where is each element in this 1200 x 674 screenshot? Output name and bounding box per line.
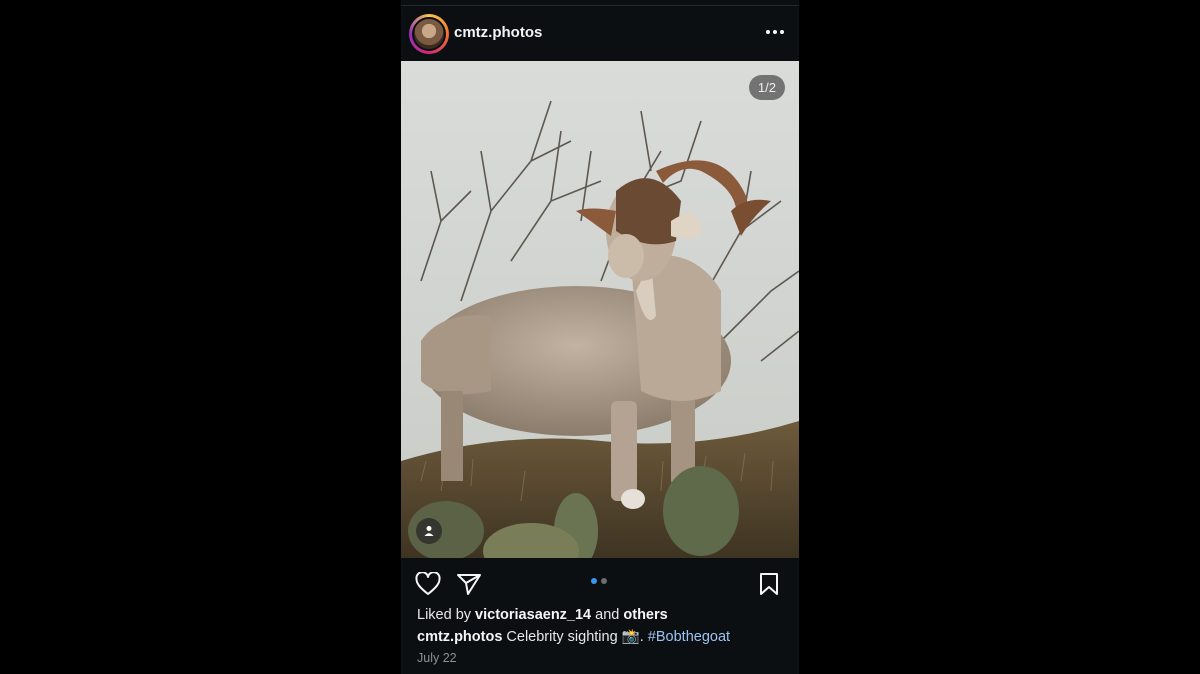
likes-summary: Liked by victoriasaenz_14 and others xyxy=(417,607,668,623)
carousel-dot-active xyxy=(591,578,597,584)
divider xyxy=(401,5,799,6)
avatar[interactable] xyxy=(409,14,449,54)
likes-prefix: Liked by xyxy=(417,607,472,623)
likes-joiner: and xyxy=(595,607,620,623)
media-counter: 1/2 xyxy=(748,75,785,100)
heart-icon[interactable] xyxy=(414,570,442,598)
liker-username[interactable]: victoriasaenz_14 xyxy=(475,607,591,623)
post-card: cmtz.photos 1/2 Liked by victoriasaenz_1… xyxy=(401,0,799,674)
more-horizontal-icon[interactable] xyxy=(763,20,787,44)
caption-hashtag[interactable]: #Bobthegoat xyxy=(648,629,730,645)
post-header: cmtz.photos xyxy=(401,12,799,56)
post-username[interactable]: cmtz.photos xyxy=(454,24,542,41)
person-icon[interactable] xyxy=(416,518,442,544)
post-date: July 22 xyxy=(417,651,457,665)
likes-others-link[interactable]: others xyxy=(623,607,667,623)
avatar-image xyxy=(412,17,446,51)
caption-username[interactable]: cmtz.photos xyxy=(417,629,502,645)
send-icon[interactable] xyxy=(455,570,483,598)
post-caption: cmtz.photos Celebrity sighting 📸. #Bobth… xyxy=(417,628,730,645)
bookmark-icon[interactable] xyxy=(755,570,783,598)
caption-text: Celebrity sighting 📸. xyxy=(506,629,644,645)
action-bar xyxy=(401,568,799,600)
post-photo[interactable]: 1/2 xyxy=(401,61,799,558)
carousel-indicator xyxy=(591,578,607,584)
goat-photo xyxy=(401,61,799,558)
carousel-dot xyxy=(601,578,607,584)
